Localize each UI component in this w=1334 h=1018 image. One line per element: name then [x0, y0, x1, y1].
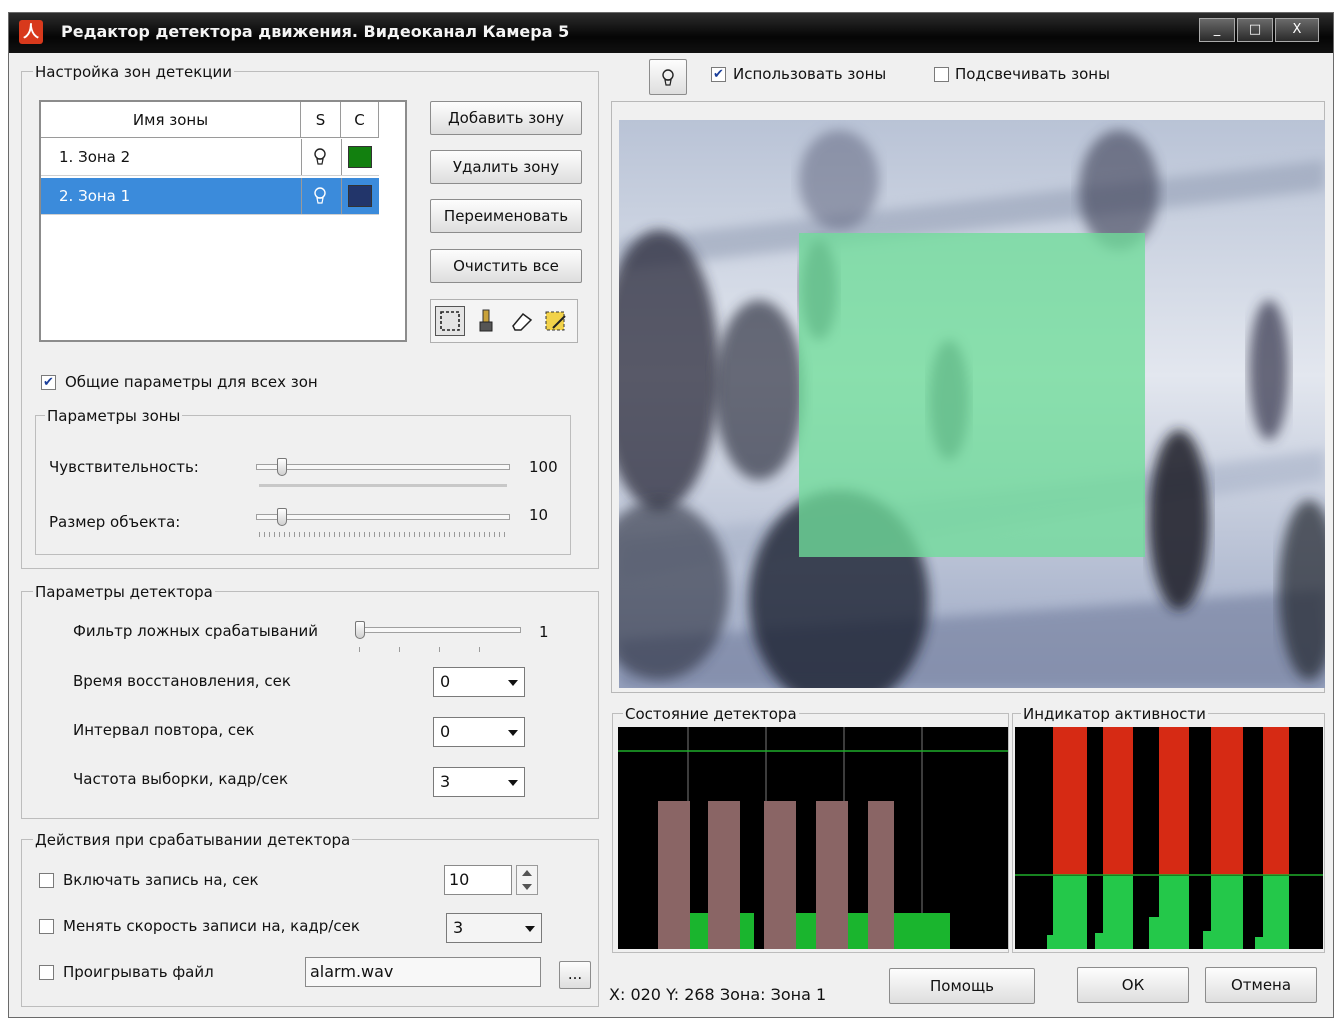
recovery-time-label: Время восстановления, сек: [73, 672, 291, 690]
motion-detector-editor-window: 人 Редактор детектора движения. Видеокана…: [8, 12, 1334, 1018]
delete-zone-button[interactable]: Удалить зону: [430, 150, 582, 184]
spin-up-icon[interactable]: [522, 870, 532, 876]
common-params-checkbox[interactable]: ✔: [41, 375, 56, 390]
minimize-button[interactable]: _: [1199, 18, 1235, 42]
lightbulb-button[interactable]: [649, 59, 687, 95]
zones-group-title: Настройка зон детекции: [33, 63, 234, 81]
ok-button[interactable]: ОК: [1077, 967, 1189, 1003]
object-size-slider-track[interactable]: [256, 514, 510, 520]
zone-row-name: 1. Зона 2: [59, 148, 131, 166]
brush-icon[interactable]: [471, 306, 501, 336]
zone-params-title: Параметры зоны: [45, 407, 183, 425]
sensitivity-label: Чувствительность:: [49, 458, 199, 476]
zone-s-header[interactable]: S: [301, 102, 341, 138]
sample-rate-label: Частота выборки, кадр/сек: [73, 770, 289, 788]
use-zones-label[interactable]: Использовать зоны: [733, 65, 886, 83]
detector-state-graph: [618, 727, 1008, 949]
sample-rate-select[interactable]: 3: [433, 767, 525, 797]
activity-indicator-title: Индикатор активности: [1021, 705, 1208, 723]
zone-row-name: 2. Зона 1: [59, 187, 131, 205]
app-icon: 人: [19, 20, 43, 44]
browse-button[interactable]: ...: [559, 961, 591, 989]
chevron-down-icon: [525, 926, 535, 932]
zone-name-header[interactable]: Имя зоны: [41, 102, 301, 138]
speed-value: 3: [453, 918, 464, 937]
chevron-down-icon: [508, 730, 518, 736]
actions-title: Действия при срабатывании детектора: [33, 831, 353, 849]
highlight-zones-label[interactable]: Подсвечивать зоны: [955, 65, 1110, 83]
zone-overlay[interactable]: [799, 233, 1145, 557]
record-seconds-input[interactable]: 10: [444, 865, 512, 895]
record-seconds-spinner[interactable]: [516, 865, 538, 895]
chevron-down-icon: [508, 780, 518, 786]
record-label[interactable]: Включать запись на, сек: [63, 871, 259, 889]
object-size-slider-thumb[interactable]: [277, 508, 287, 526]
object-size-value: 10: [529, 506, 549, 524]
title-bar[interactable]: 人 Редактор детектора движения. Видеокана…: [9, 13, 1333, 53]
record-checkbox[interactable]: [39, 873, 54, 888]
highlight-zones-checkbox[interactable]: [934, 67, 949, 82]
object-size-label: Размер объекта:: [49, 513, 181, 531]
zone-tools-toolbar: [430, 299, 578, 343]
play-file-checkbox[interactable]: [39, 965, 54, 980]
false-alarm-filter-track[interactable]: [355, 627, 521, 633]
zone-color-cell[interactable]: [341, 178, 379, 214]
close-button[interactable]: X: [1275, 18, 1319, 42]
sensitivity-slider-track[interactable]: [256, 464, 510, 470]
cancel-button[interactable]: Отмена: [1205, 967, 1317, 1003]
window-controls: _ □ X: [1199, 18, 1319, 42]
use-zones-checkbox[interactable]: ✔: [711, 67, 726, 82]
lightbulb-icon[interactable]: [301, 178, 341, 214]
eraser-icon[interactable]: [507, 306, 537, 336]
rename-zone-button[interactable]: Переименовать: [430, 199, 582, 233]
rect-select-icon[interactable]: [435, 306, 465, 336]
zone-color-swatch: [348, 185, 372, 207]
repeat-interval-label: Интервал повтора, сек: [73, 721, 255, 739]
clear-all-button[interactable]: Очистить все: [430, 249, 582, 283]
false-alarm-filter-value: 1: [539, 623, 549, 641]
object-size-ticks: [259, 532, 507, 537]
common-params-label[interactable]: Общие параметры для всех зон: [65, 373, 318, 391]
false-alarm-filter-ticks: [359, 647, 519, 652]
spin-down-icon[interactable]: [522, 884, 532, 890]
zone-list[interactable]: Имя зоны S C 1. Зона 2 2. Зона 1: [39, 100, 407, 342]
recovery-time-value: 0: [440, 672, 451, 691]
zone-color-swatch: [348, 146, 372, 168]
maximize-button[interactable]: □: [1237, 18, 1273, 42]
sensitivity-slider-thumb[interactable]: [277, 458, 287, 476]
window-title: Редактор детектора движения. Видеоканал …: [61, 22, 570, 41]
zone-color-cell[interactable]: [341, 139, 379, 175]
activity-indicator-graph: [1015, 727, 1323, 949]
detector-params-title: Параметры детектора: [33, 583, 215, 601]
recovery-time-select[interactable]: 0: [433, 667, 525, 697]
speed-select[interactable]: 3: [446, 913, 542, 943]
chevron-down-icon: [508, 680, 518, 686]
lightbulb-icon: [662, 69, 674, 86]
sensitivity-slider-base: [259, 484, 507, 487]
false-alarm-filter-label: Фильтр ложных срабатываний: [73, 622, 319, 640]
play-file-label[interactable]: Проигрывать файл: [63, 963, 214, 981]
fill-icon[interactable]: [541, 306, 571, 336]
speed-label[interactable]: Менять скорость записи на, кадр/сек: [63, 917, 360, 935]
video-scene: [619, 120, 1325, 688]
false-alarm-filter-thumb[interactable]: [355, 621, 365, 639]
help-button[interactable]: Помощь: [889, 968, 1035, 1004]
zone-row-1[interactable]: 1. Зона 2: [41, 139, 379, 176]
speed-checkbox[interactable]: [39, 919, 54, 934]
play-file-input[interactable]: alarm.wav: [305, 957, 541, 987]
cursor-status: X: 020 Y: 268 Зона: Зона 1: [609, 985, 827, 1004]
add-zone-button[interactable]: Добавить зону: [430, 101, 582, 135]
sample-rate-value: 3: [440, 772, 451, 791]
zone-c-header[interactable]: C: [341, 102, 379, 138]
detector-state-title: Состояние детектора: [623, 705, 799, 723]
repeat-interval-value: 0: [440, 722, 451, 741]
lightbulb-icon[interactable]: [301, 139, 341, 175]
sensitivity-value: 100: [529, 458, 558, 476]
zone-row-2[interactable]: 2. Зона 1: [41, 178, 379, 215]
repeat-interval-select[interactable]: 0: [433, 717, 525, 747]
camera-video-preview[interactable]: [619, 120, 1325, 688]
